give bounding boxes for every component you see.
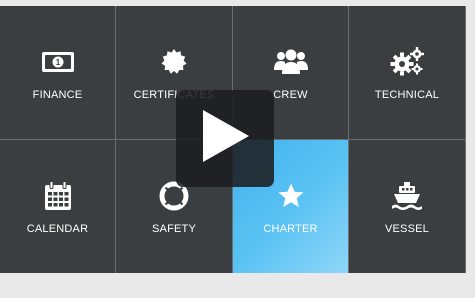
- tile-technical[interactable]: TECHNICAL: [349, 6, 465, 139]
- video-play-button[interactable]: [176, 90, 274, 187]
- svg-text:1: 1: [55, 58, 60, 67]
- tile-calendar[interactable]: CALENDAR: [0, 140, 115, 273]
- dashboard-frame: 1 FINANCE CERTIFICATES CREW TECHNICAL CA…: [0, 0, 475, 298]
- page-bottom-background: [0, 273, 475, 298]
- tile-label: CREW: [273, 88, 308, 101]
- tile-vessel[interactable]: VESSEL: [349, 140, 465, 273]
- users-group-icon: [273, 45, 308, 79]
- calendar-icon: [41, 179, 75, 213]
- tile-finance[interactable]: 1 FINANCE: [0, 6, 115, 139]
- tile-label: CHARTER: [263, 222, 318, 235]
- certificate-seal-icon: [157, 45, 191, 79]
- tile-label: SAFETY: [152, 222, 196, 235]
- tile-label: FINANCE: [32, 88, 83, 101]
- tile-label: VESSEL: [384, 222, 429, 235]
- gears-icon: [390, 45, 424, 79]
- star-icon: [274, 179, 308, 213]
- banknote-icon: 1: [41, 45, 75, 79]
- tile-label: TECHNICAL: [374, 88, 440, 101]
- play-icon: [199, 108, 251, 169]
- ship-icon: [390, 179, 424, 213]
- tile-label: CALENDAR: [26, 222, 89, 235]
